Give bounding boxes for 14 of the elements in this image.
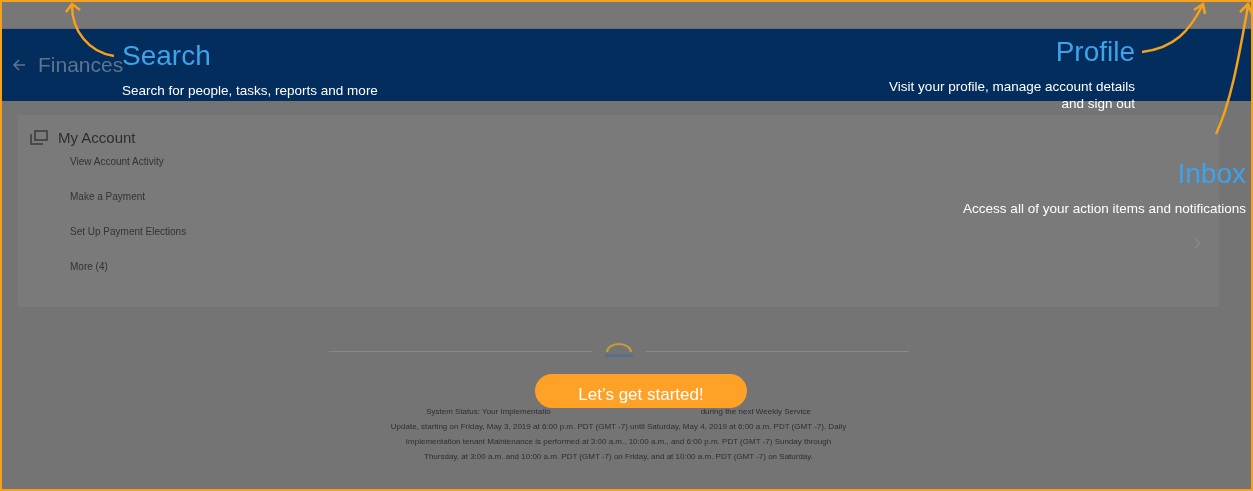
page-title: Finances [38, 53, 124, 77]
windows-icon [30, 130, 48, 145]
card-title: My Account [58, 129, 136, 146]
back-arrow-icon[interactable] [12, 58, 26, 72]
tip-title: Inbox [1177, 158, 1246, 190]
account-link[interactable]: View Account Activity [70, 156, 164, 167]
account-link[interactable]: Set Up Payment Elections [70, 226, 187, 237]
tip-title: Profile [1055, 36, 1135, 68]
get-started-button[interactable]: Let’s get started! [535, 374, 747, 408]
account-link[interactable]: More (4) [70, 261, 108, 272]
account-link[interactable]: Make a Payment [70, 191, 146, 202]
tip-text: Search for people, tasks, reports and more [122, 82, 378, 99]
tip-title: Search [122, 40, 212, 71]
tip-text: Access all of your action items and notifications [963, 200, 1246, 217]
